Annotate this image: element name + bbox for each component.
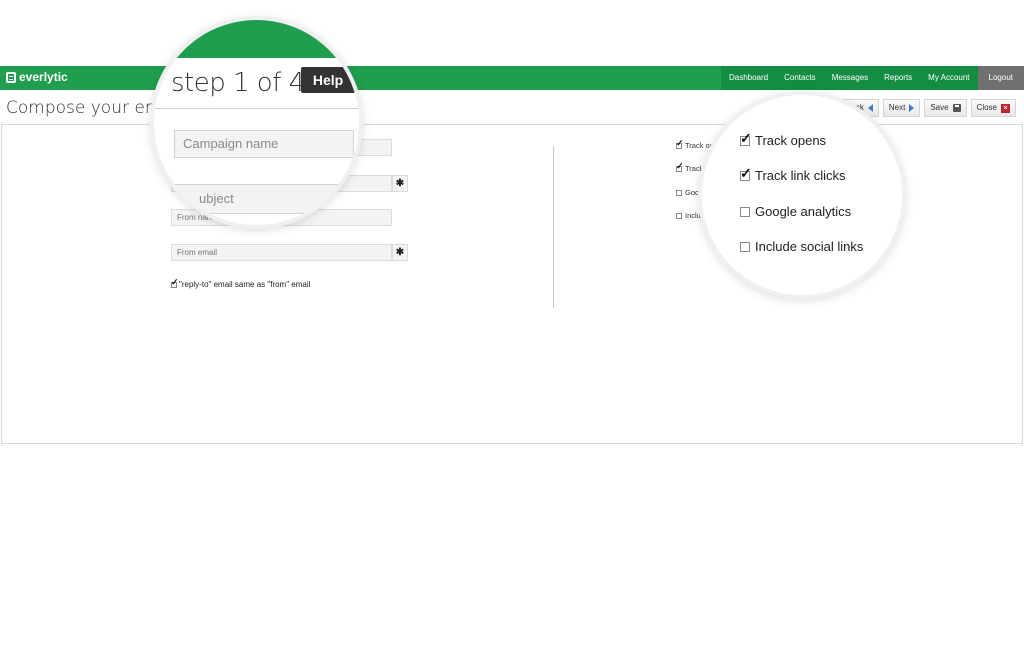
brand-logo[interactable]: everlytic <box>6 70 68 84</box>
social-links-label: Include social links <box>755 239 864 254</box>
track-opens-checkbox[interactable] <box>740 130 752 147</box>
track-link-clicks-option[interactable]: Track link clicks <box>740 165 846 183</box>
nav-my-account[interactable]: My Account <box>920 66 978 90</box>
lens-header-bar <box>154 20 359 58</box>
social-links-option[interactable]: Include social links <box>740 239 863 254</box>
arrow-right-icon <box>909 104 915 112</box>
google-analytics-option[interactable]: Google analytics <box>740 204 851 219</box>
floppy-disk-icon <box>952 104 961 112</box>
magnifier-step-lens: step 1 of 4 Help Campaign name ubject <box>154 20 359 225</box>
top-navigation-bar: everlytic Dashboard Contacts Messages Re… <box>0 66 1024 90</box>
lens-divider <box>154 108 359 109</box>
subject-input-zoomed[interactable]: ubject <box>168 184 358 214</box>
track-link-clicks-label-small: Track <box>685 164 704 173</box>
reply-to-option[interactable]: "reply-to" email same as "from" email <box>171 277 311 289</box>
from-email-required-icon: ✱ <box>392 244 408 261</box>
nav-logout[interactable]: Logout <box>977 66 1024 90</box>
subject-required-icon: ✱ <box>392 175 408 192</box>
help-button[interactable]: Help <box>301 67 355 93</box>
google-analytics-label: Google analytics <box>755 204 852 219</box>
from-email-input[interactable] <box>171 244 392 261</box>
social-links-checkbox[interactable] <box>740 241 750 252</box>
step-indicator: step 1 of 4 <box>171 68 305 98</box>
social-links-option-small[interactable]: Inclu <box>676 211 701 220</box>
magnifier-options-lens: Track opens Track link clicks Google ana… <box>702 95 902 295</box>
logo-icon <box>6 71 16 83</box>
reply-to-label: "reply-to" email same as "from" email <box>179 280 311 289</box>
nav-messages[interactable]: Messages <box>823 66 877 90</box>
nav-reports[interactable]: Reports <box>876 66 921 90</box>
social-links-checkbox-small[interactable] <box>676 212 682 219</box>
nav-dashboard[interactable]: Dashboard <box>720 66 777 90</box>
track-link-clicks-option-small[interactable]: Track <box>676 161 704 173</box>
track-opens-checkbox-small[interactable] <box>676 138 684 149</box>
track-opens-label-small: Track op <box>685 141 714 150</box>
reply-to-checkbox[interactable] <box>171 277 179 288</box>
track-link-clicks-label: Track link clicks <box>755 168 846 183</box>
track-link-clicks-checkbox-small[interactable] <box>676 161 684 172</box>
google-analytics-label-small: Goog <box>685 188 704 197</box>
save-button[interactable]: Save <box>924 99 967 117</box>
track-opens-option-small[interactable]: Track op <box>676 138 714 150</box>
column-divider <box>553 146 554 308</box>
main-nav: Dashboard Contacts Messages Reports My A… <box>720 66 1024 90</box>
track-opens-label: Track opens <box>755 133 827 148</box>
google-analytics-checkbox-small[interactable] <box>676 189 682 196</box>
campaign-name-input-zoomed[interactable]: Campaign name <box>174 130 354 158</box>
nav-contacts[interactable]: Contacts <box>776 66 824 90</box>
close-button[interactable]: Close × <box>970 99 1016 117</box>
save-label: Save <box>930 103 949 112</box>
google-analytics-option-small[interactable]: Goog <box>676 188 703 197</box>
track-opens-option[interactable]: Track opens <box>740 130 827 148</box>
next-label: Next <box>888 103 906 112</box>
wizard-toolbar: Back Next Save Close × <box>840 99 1016 117</box>
close-icon: × <box>1001 103 1010 113</box>
next-button[interactable]: Next <box>882 99 921 117</box>
track-link-clicks-checkbox[interactable] <box>740 165 752 182</box>
social-links-label-small: Inclu <box>685 211 701 220</box>
google-analytics-checkbox[interactable] <box>740 206 750 217</box>
arrow-left-icon <box>867 104 873 112</box>
close-label: Close <box>976 103 997 112</box>
brand-name: everlytic <box>19 70 68 84</box>
